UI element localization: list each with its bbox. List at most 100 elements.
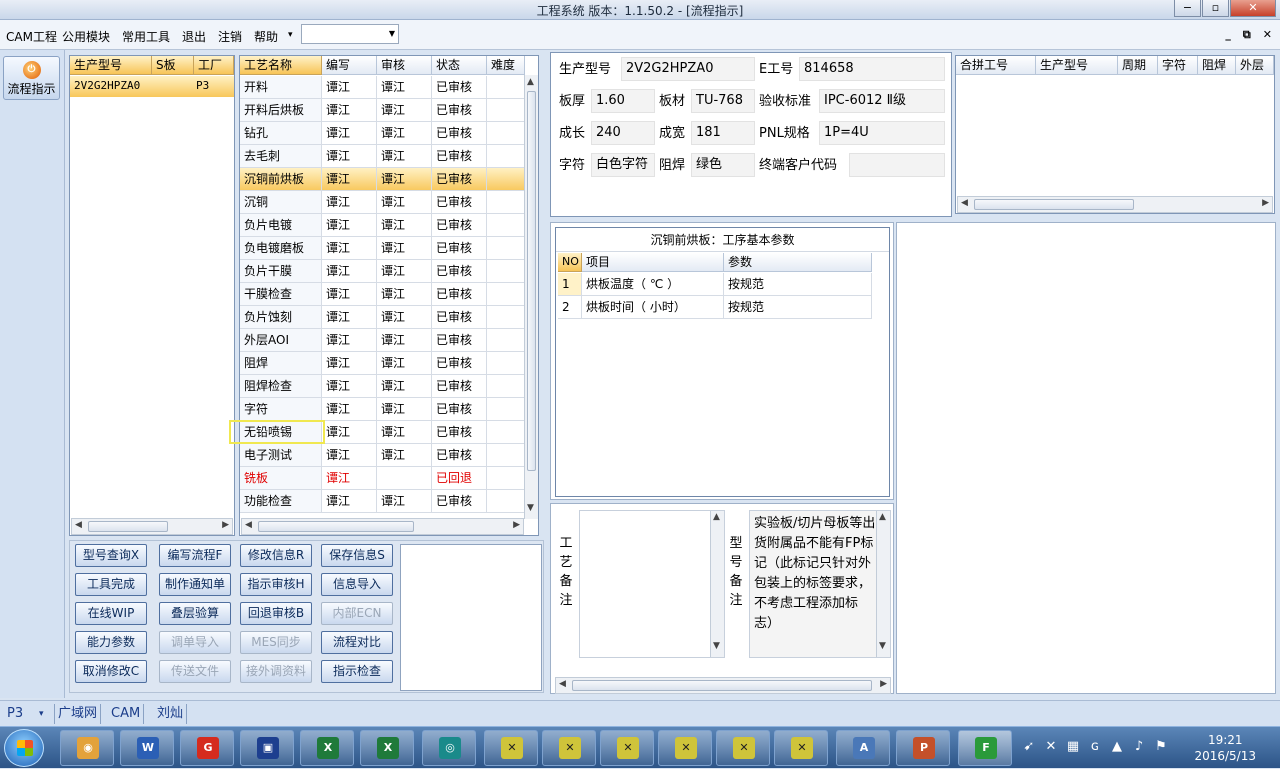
col-header-writer[interactable]: 编写 <box>322 56 377 75</box>
maximize-button[interactable]: ▫ <box>1202 0 1229 17</box>
action-button-0-2[interactable]: 修改信息R <box>240 544 312 567</box>
flow-indicator-button[interactable]: ⏻ 流程指示 <box>3 56 60 100</box>
col-header-part-no[interactable]: 生产型号 <box>70 56 152 75</box>
taskbar-excel-1[interactable]: X <box>300 730 354 766</box>
mdi-restore-button[interactable]: ⧉ <box>1243 28 1251 42</box>
action-button-0-3[interactable]: 保存信息S <box>321 544 393 567</box>
table-row[interactable]: 钻孔 谭江 谭江 已审核 <box>240 122 525 145</box>
taskbar-eye-app[interactable]: ◎ <box>422 730 476 766</box>
action-button-4-1[interactable]: 传送文件 <box>159 660 231 683</box>
menu-logout[interactable]: 注销 <box>218 28 242 45</box>
length-value[interactable]: 240 <box>591 121 655 145</box>
process-hscroll[interactable]: ◀ ▶ <box>241 518 524 535</box>
col-header-char[interactable]: 字符 <box>1158 56 1198 75</box>
model-remark-box[interactable]: 实验板/切片母板等出货附属品不能有FP标记（此标记只针对外包装上的标签要求，不考… <box>749 510 891 658</box>
mask-value[interactable]: 绿色 <box>691 153 755 177</box>
g-tray-icon[interactable]: ɢ <box>1086 739 1104 757</box>
scroll-down-icon[interactable]: ▼ <box>713 641 720 651</box>
table-row[interactable]: 去毛刺 谭江 谭江 已审核 <box>240 145 525 168</box>
action-button-2-1[interactable]: 叠层验算 <box>159 602 231 625</box>
taskbar-x-app-3[interactable]: ✕ <box>600 730 654 766</box>
mdi-minimize-button[interactable]: _ <box>1225 28 1231 42</box>
merge-hscroll[interactable]: ◀ ▶ <box>957 196 1273 213</box>
scroll-left-icon[interactable]: ◀ <box>75 520 82 530</box>
action-button-2-2[interactable]: 回退审核B <box>240 602 312 625</box>
col-header-mask[interactable]: 阻焊 <box>1198 56 1236 75</box>
taskbar-engineering-app[interactable]: F <box>958 730 1012 766</box>
table-row[interactable]: 功能检查 谭江 谭江 已审核 <box>240 490 525 513</box>
col-header-cycle[interactable]: 周期 <box>1118 56 1158 75</box>
taskbar-x-app-6[interactable]: ✕ <box>774 730 828 766</box>
start-button[interactable] <box>4 729 44 767</box>
table-row[interactable]: 2V2G2HPZA0 P3 <box>70 76 234 97</box>
action-button-0-0[interactable]: 型号查询X <box>75 544 147 567</box>
action-button-1-3[interactable]: 信息导入 <box>321 573 393 596</box>
col-header-merge-part[interactable]: 生产型号 <box>1036 56 1118 75</box>
clock[interactable]: 19:21 2016/5/13 <box>1194 732 1256 764</box>
x-tray-icon[interactable]: ✕ <box>1042 739 1060 757</box>
action-button-1-0[interactable]: 工具完成 <box>75 573 147 596</box>
table-row[interactable]: 负片干膜 谭江 谭江 已审核 <box>240 260 525 283</box>
action-button-2-3[interactable]: 内部ECN <box>321 602 393 625</box>
col-header-s-board[interactable]: S板 <box>152 56 194 75</box>
taskbar-ppt[interactable]: P <box>896 730 950 766</box>
volume-icon[interactable]: ♪ <box>1130 739 1148 757</box>
scroll-up-icon[interactable]: ▲ <box>527 77 534 87</box>
action-button-3-3[interactable]: 流程对比 <box>321 631 393 654</box>
scroll-up-icon[interactable]: ▲ <box>713 512 720 522</box>
taskbar-excel-2[interactable]: X <box>360 730 414 766</box>
table-row[interactable]: 开料后烘板 谭江 谭江 已审核 <box>240 99 525 122</box>
scroll-right-icon[interactable]: ▶ <box>513 520 520 530</box>
action-button-1-1[interactable]: 制作通知单 <box>159 573 231 596</box>
minimize-button[interactable]: − <box>1174 0 1201 17</box>
table-row[interactable]: 外层AOI 谭江 谭江 已审核 <box>240 329 525 352</box>
scroll-down-icon[interactable]: ▼ <box>527 503 534 513</box>
col-header-outer[interactable]: 外层 <box>1236 56 1274 75</box>
col-header-item[interactable]: 项目 <box>582 253 724 272</box>
scroll-left-icon[interactable]: ◀ <box>559 679 566 689</box>
part-list-hscroll[interactable]: ◀ ▶ <box>71 518 233 535</box>
taskbar-word[interactable]: W <box>120 730 174 766</box>
menu-cam[interactable]: CAM工程 <box>6 28 57 45</box>
col-header-factory[interactable]: 工厂 <box>194 56 234 75</box>
table-row[interactable]: 开料 谭江 谭江 已审核 <box>240 76 525 99</box>
action-button-4-0[interactable]: 取消修改C <box>75 660 147 683</box>
close-button[interactable]: ✕ <box>1230 0 1276 17</box>
warning-icon[interactable]: ▲ <box>1108 739 1126 757</box>
process-remark-box[interactable]: ▲ ▼ <box>579 510 725 658</box>
action-button-1-2[interactable]: 指示审核H <box>240 573 312 596</box>
char-value[interactable]: 白色字符 <box>591 153 655 177</box>
scroll-down-icon[interactable]: ▼ <box>879 641 886 651</box>
table-row[interactable]: 字符 谭江 谭江 已审核 <box>240 398 525 421</box>
scroll-thumb[interactable] <box>88 521 168 532</box>
action-button-2-0[interactable]: 在线WIP <box>75 602 147 625</box>
col-header-param[interactable]: 参数 <box>724 253 872 272</box>
customer-value[interactable] <box>849 153 945 177</box>
menu-common-module[interactable]: 公用模块 <box>62 28 110 45</box>
action-button-3-1[interactable]: 调单导入 <box>159 631 231 654</box>
menu-combo[interactable]: ▼ <box>301 24 399 44</box>
scroll-up-icon[interactable]: ▲ <box>879 512 886 522</box>
width-value[interactable]: 181 <box>691 121 755 145</box>
table-row[interactable]: 沉铜 谭江 谭江 已审核 <box>240 191 525 214</box>
scroll-right-icon[interactable]: ▶ <box>880 679 887 689</box>
col-header-reviewer[interactable]: 审核 <box>377 56 432 75</box>
scroll-thumb[interactable] <box>527 91 536 471</box>
scroll-right-icon[interactable]: ▶ <box>222 520 229 530</box>
col-header-process-name[interactable]: 工艺名称 <box>240 56 322 75</box>
menu-help[interactable]: 帮助 <box>254 28 278 45</box>
taskbar-save-app[interactable]: ▣ <box>240 730 294 766</box>
taskbar-x-app-4[interactable]: ✕ <box>658 730 712 766</box>
menu-exit[interactable]: 退出 <box>182 28 206 45</box>
taskbar-shell-app[interactable]: ◉ <box>60 730 114 766</box>
col-header-status[interactable]: 状态 <box>432 56 487 75</box>
col-header-difficulty[interactable]: 难度 <box>487 56 525 75</box>
network-icon[interactable]: ▦ <box>1064 739 1082 757</box>
scroll-thumb[interactable] <box>572 680 872 691</box>
scroll-left-icon[interactable]: ◀ <box>961 198 968 208</box>
model-remark-vscroll[interactable]: ▲ ▼ <box>876 511 890 657</box>
action-button-3-0[interactable]: 能力参数 <box>75 631 147 654</box>
scroll-thumb[interactable] <box>258 521 414 532</box>
process-vscroll[interactable]: ▲ ▼ <box>524 75 538 519</box>
table-row[interactable]: 负片蚀刻 谭江 谭江 已审核 <box>240 306 525 329</box>
